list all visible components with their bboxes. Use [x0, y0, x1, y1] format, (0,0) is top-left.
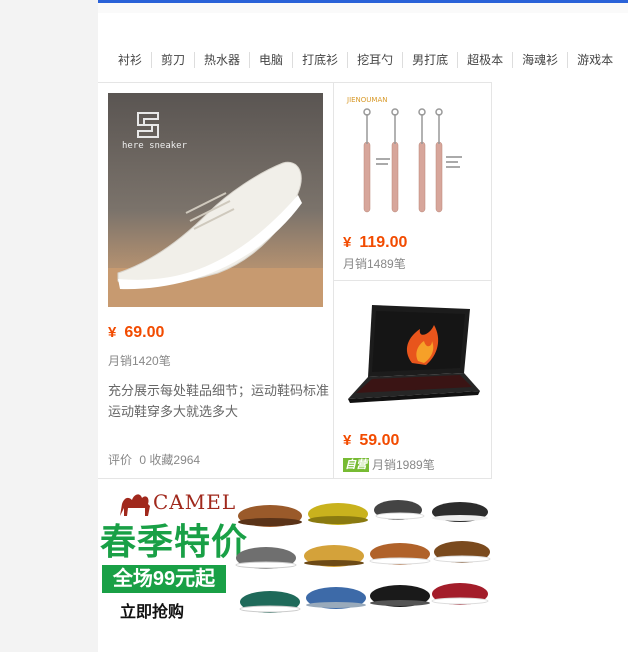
sneaker-image: here sneaker [108, 93, 323, 307]
left-gutter [0, 0, 98, 652]
monthly-sales-row: 自营 月销1989笔 [343, 456, 435, 473]
buy-now-link[interactable]: 立即抢购 [120, 598, 184, 622]
ear-pick-image: JIENOUMAN [342, 92, 484, 220]
category-ultrabook[interactable]: 超极本 [457, 52, 512, 68]
brand-name: CAMEL [153, 490, 237, 514]
sale-price-label: 全场99元起 [102, 565, 226, 593]
price-value: 59.00 [359, 432, 400, 449]
category-mens-base[interactable]: 男打底 [402, 52, 457, 68]
product-card-sneaker[interactable]: here sneaker ¥69.00 月销1420笔 充分展示每处鞋品细节；运… [98, 82, 334, 479]
category-nav: 衬衫 剪刀 热水器 电脑 打底衫 挖耳勺 男打底 超极本 海魂衫 游戏本 [98, 48, 628, 72]
product-description[interactable]: 充分展示每处鞋品细节；运动鞋码标准运动鞋穿多大就选多大 [108, 380, 332, 422]
monthly-sales: 月销1489笔 [343, 257, 406, 271]
price-value: 69.00 [124, 324, 165, 341]
shoes-collage-image [235, 500, 491, 613]
currency-symbol: ¥ [343, 432, 352, 449]
image-brand-text: JIENOUMAN [346, 96, 388, 104]
product-card-ear-pick[interactable]: JIENOUMAN ¥ 119.00 月销1489笔 [334, 82, 492, 281]
product-image-laptop[interactable] [342, 295, 484, 415]
category-shirt[interactable]: 衬衫 [98, 52, 151, 68]
product-card-laptop[interactable]: ¥59.00 自营 月销1989笔 [334, 281, 492, 479]
category-water-heater[interactable]: 热水器 [194, 52, 249, 68]
image-brand-text: here sneaker [122, 141, 188, 151]
category-ear-pick[interactable]: 挖耳勺 [347, 52, 402, 68]
category-base-shirt[interactable]: 打底衫 [292, 52, 347, 68]
category-gaming-laptop[interactable]: 游戏本 [567, 52, 622, 68]
price-sneaker: ¥69.00 [108, 324, 164, 342]
reviews-label: 评价 [108, 453, 133, 467]
product-image-ear-pick[interactable]: JIENOUMAN [342, 92, 484, 220]
favorites-count: 收藏2964 [149, 453, 201, 467]
category-scissors[interactable]: 剪刀 [151, 52, 194, 68]
banner-slogan: 春季特价 [100, 521, 249, 562]
laptop-image [342, 295, 484, 415]
monthly-sales: 月销1989笔 [372, 458, 435, 472]
product-image-sneaker[interactable]: here sneaker [108, 93, 323, 307]
category-computer[interactable]: 电脑 [249, 52, 292, 68]
monthly-sales: 月销1420笔 [108, 354, 171, 368]
camel-promo-banner[interactable]: CAMEL 春季特价 全场99元起 立即抢购 [98, 480, 492, 630]
currency-symbol: ¥ [343, 234, 352, 251]
price-ear-pick: ¥119.00 [343, 234, 407, 252]
price-laptop: ¥59.00 [343, 432, 399, 450]
review-stats: 评价 0 收藏2964 [108, 451, 200, 468]
currency-symbol: ¥ [108, 324, 117, 341]
reviews-count: 0 [139, 453, 147, 467]
category-striped-shirt[interactable]: 海魂衫 [512, 52, 567, 68]
self-operated-badge: 自营 [343, 457, 369, 472]
top-area [98, 3, 628, 13]
price-value: 119.00 [359, 234, 408, 251]
